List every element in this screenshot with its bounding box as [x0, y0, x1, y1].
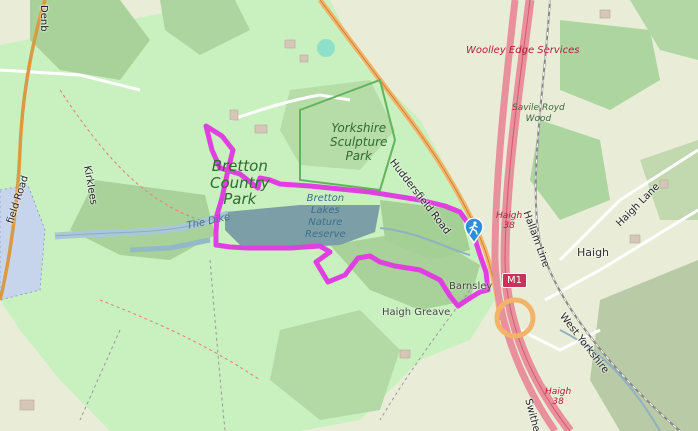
map-background	[0, 0, 698, 431]
pond	[317, 39, 335, 57]
hiker-icon[interactable]	[463, 217, 485, 245]
map-view[interactable]: Bretton Country Park Yorkshire Sculpture…	[0, 0, 698, 431]
m1-shield: M1	[502, 273, 527, 288]
